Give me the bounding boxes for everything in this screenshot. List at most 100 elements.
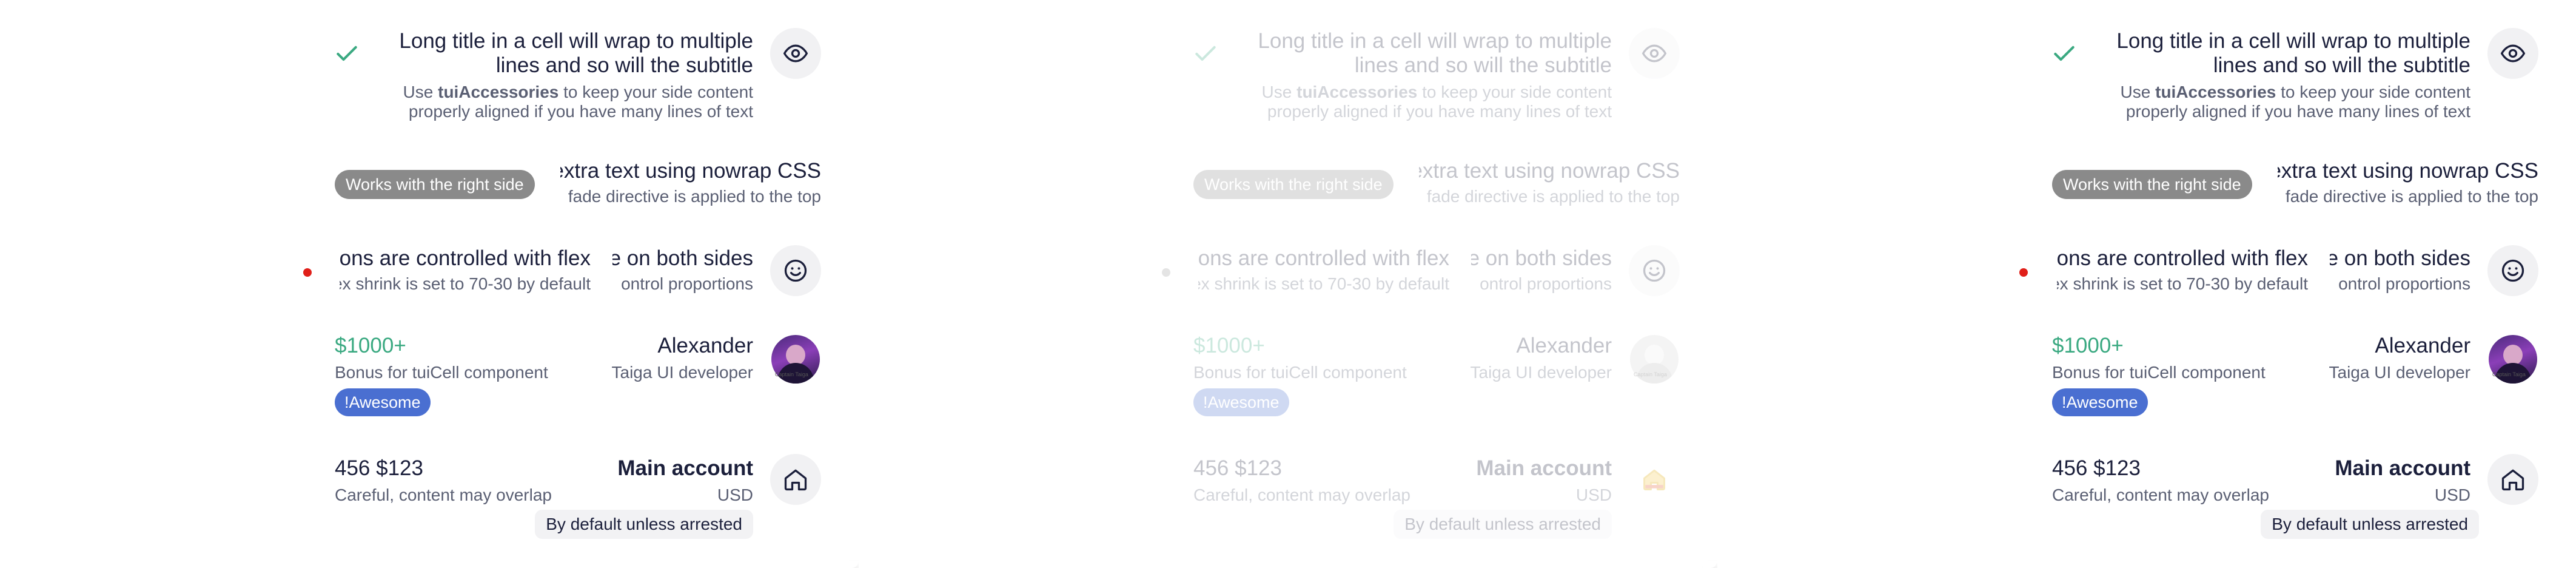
cell-title-line-1: Long title in a cell will wrap to multip… <box>1258 29 1612 53</box>
flex-right-subtitle: ontrol proportions <box>2338 274 2470 293</box>
smile-icon <box>2501 259 2524 282</box>
cell-title-line-2: lines and so will the subtitle <box>1354 53 1612 77</box>
flex-left-subtitle: ex shrink is set to 70-30 by default <box>1198 274 1449 293</box>
home-button[interactable] <box>2487 454 2538 505</box>
flex-left-clip: ions are controlled with flex ex shrink … <box>340 246 594 295</box>
cell-subtitle-line-2: properly aligned if you have many lines … <box>408 102 753 121</box>
flex-left-subtitle: ex shrink is set to 70-30 by default <box>340 274 591 293</box>
arrested-chip: By default unless arrested <box>535 510 753 539</box>
status-dot <box>2019 268 2028 277</box>
bonus-amount: $1000+ <box>2052 334 2124 357</box>
avatar-caption: Captain Taiga <box>1634 371 1667 377</box>
account-title: Main account <box>617 456 753 480</box>
account-title: Main account <box>2335 456 2470 480</box>
nowrap-subtitle: fade directive is applied to the top <box>2285 187 2538 206</box>
developer-role: Taiga UI developer <box>2329 363 2470 382</box>
check-icon <box>337 46 357 61</box>
account-amount: 456 $123 <box>335 456 423 480</box>
status-dot <box>1162 268 1170 277</box>
awesome-badge: !Awesome <box>335 388 431 416</box>
flex-right-title: e on both sides <box>2330 246 2470 270</box>
account-title: Main account <box>1476 456 1612 480</box>
awesome-badge: !Awesome <box>1193 388 1289 416</box>
cells-list: Long title in a cell will wrap to multip… <box>1717 0 2576 568</box>
cell-title-line-1: Long title in a cell will wrap to multip… <box>2116 29 2470 53</box>
cell-demo-panel-3: Long title in a cell will wrap to multip… <box>1717 0 2576 568</box>
home-icon <box>1643 469 1665 490</box>
account-warning: Careful, content may overlap <box>335 485 552 504</box>
nowrap-title: extra text using nowrap CSS <box>1419 159 1680 183</box>
cell-subtitle-line-2: properly aligned if you have many lines … <box>1267 102 1612 121</box>
bonus-description: Bonus for tuiCell component <box>335 363 548 382</box>
account-currency: USD <box>2434 485 2470 504</box>
flex-right-title: e on both sides <box>1471 246 1612 270</box>
bonus-amount: $1000+ <box>335 334 406 357</box>
developer-name: Alexander <box>657 334 753 357</box>
awesome-badge: !Awesome <box>2052 388 2148 416</box>
cell-demo-panel-1: Long title in a cell will wrap to multip… <box>0 0 859 568</box>
home-button[interactable] <box>1629 454 1680 505</box>
cell-title-line-1: Long title in a cell will wrap to multip… <box>399 29 753 53</box>
eye-icon <box>2500 44 2526 63</box>
bonus-description: Bonus for tuiCell component <box>2052 363 2266 382</box>
arrested-chip: By default unless arrested <box>1394 510 1612 539</box>
flex-right-clip: e on both sides ontrol proportions <box>612 246 753 295</box>
cell-title-line-2: lines and so will the subtitle <box>495 53 753 77</box>
nowrap-title-clip: extra text using nowrap CSS fade directi… <box>1419 159 1680 208</box>
nowrap-title: extra text using nowrap CSS <box>560 159 821 183</box>
right-side-chip: Works with the right side <box>1193 170 1394 199</box>
home-icon <box>2501 469 2524 491</box>
cell-subtitle-line-2: properly aligned if you have many lines … <box>2125 102 2470 121</box>
flex-right-subtitle: ontrol proportions <box>621 274 753 293</box>
account-currency: USD <box>717 485 753 504</box>
cell-subtitle-line-1: Use tuiAccessories to keep your side con… <box>403 83 753 101</box>
bonus-amount: $1000+ <box>1193 334 1265 357</box>
cell-subtitle-line-1: Use tuiAccessories to keep your side con… <box>2120 83 2470 101</box>
eye-button[interactable] <box>770 28 821 79</box>
developer-name: Alexander <box>1516 334 1612 357</box>
cell-demo-panel-2: Long title in a cell will wrap to multip… <box>859 0 1717 568</box>
developer-name: Alexander <box>2375 334 2470 357</box>
nowrap-subtitle: fade directive is applied to the top <box>568 187 821 206</box>
developer-role: Taiga UI developer <box>611 363 753 382</box>
check-icon <box>2054 46 2075 61</box>
flex-left-clip: ions are controlled with flex ex shrink … <box>1198 246 1453 295</box>
nowrap-title-clip: extra text using nowrap CSS fade directi… <box>2278 159 2538 208</box>
smile-icon <box>1643 259 1666 282</box>
flex-left-title: ions are controlled with flex <box>2057 246 2308 270</box>
flex-right-clip: e on both sides ontrol proportions <box>2330 246 2470 295</box>
account-currency: USD <box>1575 485 1612 504</box>
account-warning: Careful, content may overlap <box>2052 485 2269 504</box>
smile-button[interactable] <box>770 245 821 296</box>
home-icon <box>784 469 807 491</box>
flex-left-subtitle: ex shrink is set to 70-30 by default <box>2057 274 2308 293</box>
cells-list-dimmed: Long title in a cell will wrap to multip… <box>859 0 1717 568</box>
eye-button[interactable] <box>1629 28 1680 79</box>
right-side-chip: Works with the right side <box>2052 170 2252 199</box>
cell-title-line-2: lines and so will the subtitle <box>2213 53 2470 77</box>
flex-left-clip: ions are controlled with flex ex shrink … <box>2057 246 2312 295</box>
right-side-chip: Works with the right side <box>335 170 535 199</box>
arrested-chip: By default unless arrested <box>2261 510 2479 539</box>
flex-right-subtitle: ontrol proportions <box>1480 274 1612 293</box>
flex-right-clip: e on both sides ontrol proportions <box>1471 246 1612 295</box>
developer-role: Taiga UI developer <box>1470 363 1612 382</box>
smile-button[interactable] <box>2487 245 2538 296</box>
smile-icon <box>784 259 807 282</box>
flex-left-title: ions are controlled with flex <box>340 246 591 270</box>
avatar-caption: Captain Taiga <box>2492 371 2526 377</box>
eye-button[interactable] <box>2487 28 2538 79</box>
check-icon <box>1195 46 1216 61</box>
flex-left-title: ions are controlled with flex <box>1198 246 1449 270</box>
account-amount: 456 $123 <box>1193 456 1282 480</box>
flex-right-title: e on both sides <box>612 246 753 270</box>
avatar-caption: Captain Taiga <box>775 371 808 377</box>
account-amount: 456 $123 <box>2052 456 2141 480</box>
home-button[interactable] <box>770 454 821 505</box>
account-warning: Careful, content may overlap <box>1193 485 1410 504</box>
bonus-description: Bonus for tuiCell component <box>1193 363 1407 382</box>
nowrap-subtitle: fade directive is applied to the top <box>1426 187 1680 206</box>
cells-list: Long title in a cell will wrap to multip… <box>0 0 859 568</box>
status-dot <box>303 268 312 277</box>
smile-button[interactable] <box>1629 245 1680 296</box>
